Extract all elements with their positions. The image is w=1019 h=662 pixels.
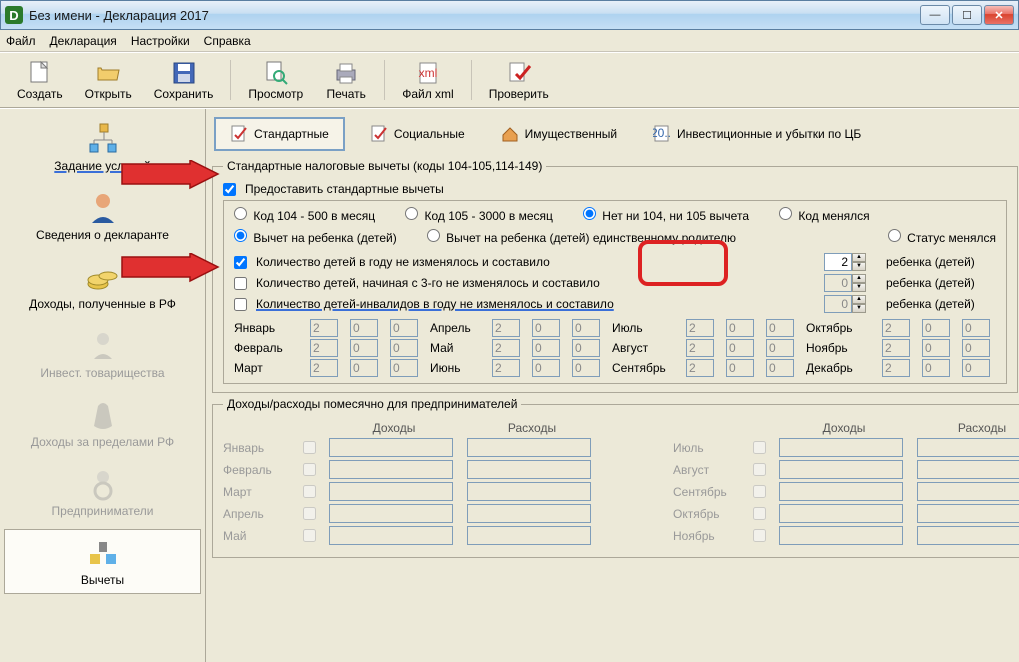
svg-text:20..: 20.. <box>653 126 671 140</box>
spin-up[interactable]: ▲ <box>852 253 866 262</box>
standard-deductions-group: Стандартные налоговые вычеты (коды 104-1… <box>212 159 1018 393</box>
main-panel: Стандартные Социальные Имущественный 20.… <box>206 109 1019 662</box>
annotation-highlight-box <box>638 240 728 286</box>
children-const-label[interactable]: Количество детей в году не изменялось и … <box>256 255 550 269</box>
tree-icon <box>86 122 120 156</box>
toolbar-open[interactable]: Открыть <box>76 56 141 104</box>
month-grid: Январь Апрель Июль Октябрь Февраль Май А… <box>234 319 996 377</box>
separator <box>230 60 231 100</box>
menu-file[interactable]: Файл <box>6 34 36 48</box>
children-inv-spinner[interactable]: ▲▼ <box>824 295 866 313</box>
radio-child[interactable]: Вычет на ребенка (детей) <box>234 229 397 245</box>
tab-property[interactable]: Имущественный <box>490 120 628 148</box>
separator <box>471 60 472 100</box>
annotation-arrow-1 <box>120 160 220 192</box>
toolbar-create[interactable]: Создать <box>8 56 72 104</box>
titlebar: D Без имени - Декларация 2017 — ☐ ✕ <box>0 0 1019 30</box>
sidebar-item-entrepreneurs[interactable]: Предприниматели <box>4 460 201 525</box>
children-const-checkbox[interactable] <box>234 256 247 269</box>
provide-std-label[interactable]: Предоставить стандартные вычеты <box>245 182 444 196</box>
children-from3-label[interactable]: Количество детей, начиная с 3-го не изме… <box>256 276 600 290</box>
menu-settings[interactable]: Настройки <box>131 34 190 48</box>
deduct-icon <box>86 536 120 570</box>
tab-social[interactable]: Социальные <box>359 120 476 148</box>
provide-std-checkbox[interactable] <box>223 183 236 196</box>
sidebar-label: Инвест. товарищества <box>40 366 164 380</box>
sidebar-item-invest[interactable]: Инвест. товарищества <box>4 322 201 387</box>
menubar: Файл Декларация Настройки Справка <box>0 30 1019 52</box>
sidebar-label: Сведения о декларанте <box>36 228 169 242</box>
app-icon: D <box>5 6 23 24</box>
sidebar-item-declarant[interactable]: Сведения о декларанте <box>4 184 201 249</box>
toolbar: Создать Открыть Сохранить Просмотр Печат… <box>0 52 1019 108</box>
menu-help[interactable]: Справка <box>204 34 251 48</box>
sidebar-item-income-foreign[interactable]: Доходы за пределами РФ <box>4 391 201 456</box>
radio-code104[interactable]: Код 104 - 500 в месяц <box>234 207 375 223</box>
sheet-num-icon: 20.. <box>653 125 671 143</box>
maximize-button[interactable]: ☐ <box>952 5 982 25</box>
spin-down[interactable]: ▼ <box>852 262 866 271</box>
sidebar-label: Доходы за пределами РФ <box>31 435 174 449</box>
sidebar-label: Вычеты <box>81 573 124 587</box>
invest-icon <box>86 329 120 363</box>
radio-neither[interactable]: Нет ни 104, ни 105 вычета <box>583 207 749 223</box>
tab-investment[interactable]: 20.. Инвестиционные и убытки по ЦБ <box>642 120 872 148</box>
children-from3-checkbox[interactable] <box>234 277 247 290</box>
check-icon <box>505 59 533 87</box>
close-button[interactable]: ✕ <box>984 5 1014 25</box>
jan-1[interactable] <box>310 319 338 337</box>
std-legend: Стандартные налоговые вычеты (коды 104-1… <box>223 159 546 173</box>
house-icon <box>501 125 519 143</box>
children-suffix: ребенка (детей) <box>886 255 996 269</box>
open-icon <box>94 59 122 87</box>
bag-icon <box>86 398 120 432</box>
print-icon <box>332 59 360 87</box>
toolbar-xml[interactable]: xml Файл xml <box>393 56 463 104</box>
coins-icon <box>86 260 120 294</box>
children-inv-label[interactable]: Количество детей-инвалидов в году не изм… <box>256 297 614 311</box>
new-icon <box>26 59 54 87</box>
children-inv-checkbox[interactable] <box>234 298 247 311</box>
toolbar-preview[interactable]: Просмотр <box>239 56 312 104</box>
separator <box>384 60 385 100</box>
sidebar-item-deductions[interactable]: Вычеты <box>4 529 201 594</box>
toolbar-check[interactable]: Проверить <box>480 56 558 104</box>
ent-jan-income <box>329 438 453 457</box>
person-icon <box>86 191 120 225</box>
minimize-button[interactable]: — <box>920 5 950 25</box>
entrepreneur-group: Доходы/расходы помесячно для предпринима… <box>212 397 1019 558</box>
sheet-red-icon <box>370 125 388 143</box>
sidebar-label: Доходы, полученные в РФ <box>29 297 176 311</box>
window-title: Без имени - Декларация 2017 <box>29 8 920 23</box>
gear-person-icon <box>86 467 120 501</box>
deduction-tabs: Стандартные Социальные Имущественный 20.… <box>212 113 1013 155</box>
radio-status-changed[interactable]: Статус менялся <box>888 229 996 245</box>
tab-standard[interactable]: Стандартные <box>214 117 345 151</box>
save-icon <box>170 59 198 87</box>
sidebar-label: Предприниматели <box>52 504 154 518</box>
xml-icon: xml <box>414 59 442 87</box>
menu-declaration[interactable]: Декларация <box>50 34 117 48</box>
radio-code-changed[interactable]: Код менялся <box>779 207 870 223</box>
children-from3-spinner[interactable]: ▲▼ <box>824 274 866 292</box>
sheet-check-icon <box>230 125 248 143</box>
toolbar-save[interactable]: Сохранить <box>145 56 223 104</box>
toolbar-print[interactable]: Печать <box>316 56 376 104</box>
svg-text:xml: xml <box>419 66 438 80</box>
ent-jan-cb <box>301 441 318 454</box>
preview-icon <box>262 59 290 87</box>
radio-code105[interactable]: Код 105 - 3000 в месяц <box>405 207 553 223</box>
entrep-legend: Доходы/расходы помесячно для предпринима… <box>223 397 521 411</box>
children-count-spinner[interactable]: ▲▼ <box>824 253 866 271</box>
annotation-arrow-2 <box>120 253 220 285</box>
